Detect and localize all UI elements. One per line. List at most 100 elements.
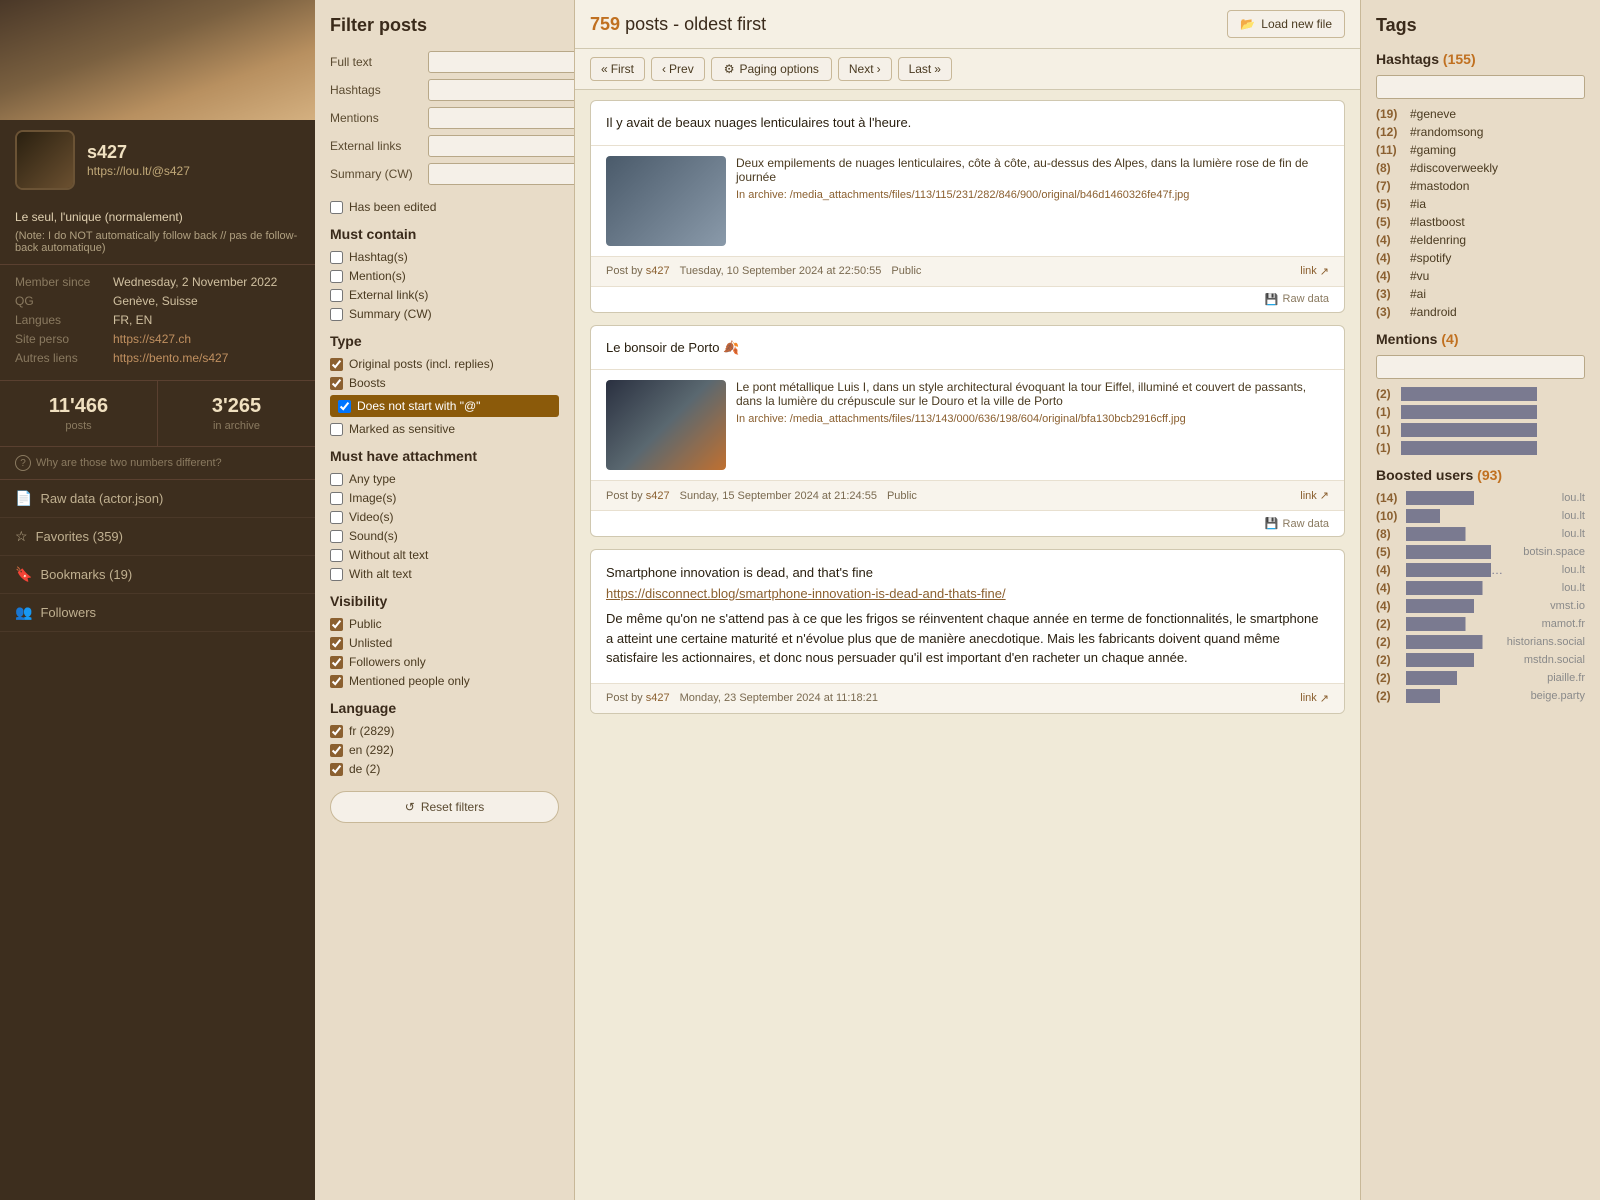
boosted-user-item[interactable]: (10)████lou.lt (1376, 509, 1585, 523)
mentions-label: Mentions (330, 111, 420, 125)
hashtag-item[interactable]: (4)#spotify (1376, 251, 1585, 265)
summary-input[interactable] (428, 163, 575, 185)
post-author-link-1[interactable]: s427 (646, 265, 670, 277)
prev-button[interactable]: ‹ Prev (651, 57, 705, 81)
raw-data-btn-1[interactable]: 💾 Raw data (1265, 293, 1329, 306)
boosted-user-item[interactable]: (2)████████mstdn.social (1376, 653, 1585, 667)
images-checkbox[interactable] (330, 492, 343, 505)
boosted-user-item[interactable]: (2)███████mamot.fr (1376, 617, 1585, 631)
why-different[interactable]: ? Why are those two numbers different? (0, 447, 315, 480)
boosted-user-item[interactable]: (2)████beige.party (1376, 689, 1585, 703)
without-alt-label: Without alt text (349, 548, 428, 562)
mentions-checkbox[interactable] (330, 270, 343, 283)
autres-liens-link[interactable]: https://bento.me/s427 (113, 351, 228, 365)
filter-external-links-row: External links (330, 135, 559, 157)
any-type-checkbox[interactable] (330, 473, 343, 486)
site-perso-link[interactable]: https://s427.ch (113, 332, 191, 346)
next-button[interactable]: Next › (838, 57, 892, 81)
external-links-cb-label: External link(s) (349, 288, 428, 302)
mention-item[interactable]: (1)████████████████ (1376, 405, 1585, 419)
nav-favorites[interactable]: ☆ Favorites (359) (0, 518, 315, 556)
marked-sensitive-checkbox[interactable] (330, 423, 343, 436)
mentions-search-input[interactable] (1376, 355, 1585, 379)
boosted-user-item[interactable]: (5)██████████botsin.space (1376, 545, 1585, 559)
mentions-input[interactable] (428, 107, 575, 129)
unlisted-checkbox[interactable] (330, 637, 343, 650)
boosted-user-item[interactable]: (4)████████vmst.io (1376, 599, 1585, 613)
without-alt-checkbox[interactable] (330, 549, 343, 562)
hashtag-item[interactable]: (12)#randomsong (1376, 125, 1585, 139)
external-links-checkbox[interactable] (330, 289, 343, 302)
boosted-user-item[interactable]: (2)█████████historians.social (1376, 635, 1585, 649)
visibility-title: Visibility (330, 593, 559, 609)
hashtag-item[interactable]: (7)#mastodon (1376, 179, 1585, 193)
with-alt-checkbox[interactable] (330, 568, 343, 581)
paging-options-button[interactable]: ⚙ Paging options (711, 57, 832, 81)
mentioned-only-checkbox[interactable] (330, 675, 343, 688)
first-button[interactable]: « First (590, 57, 645, 81)
video-checkbox[interactable] (330, 511, 343, 524)
unlisted-label: Unlisted (349, 636, 392, 650)
post-author-2: Post by s427 (606, 490, 670, 502)
hashtag-item[interactable]: (5)#ia (1376, 197, 1585, 211)
hashtags-label: Hashtags (330, 83, 420, 97)
has-been-edited-checkbox[interactable] (330, 201, 343, 214)
hashtag-item[interactable]: (5)#lastboost (1376, 215, 1585, 229)
public-row: Public (330, 617, 559, 631)
sound-checkbox[interactable] (330, 530, 343, 543)
nav-bookmarks[interactable]: 🔖 Bookmarks (19) (0, 556, 315, 594)
lang-fr-checkbox[interactable] (330, 725, 343, 738)
filter-text-fields: Full text Hashtags Mentions External lin… (330, 51, 559, 185)
lang-de-checkbox[interactable] (330, 763, 343, 776)
post-link-3[interactable]: link ↗ (1300, 692, 1329, 705)
hashtag-item[interactable]: (4)#eldenring (1376, 233, 1585, 247)
hashtag-item[interactable]: (19)#geneve (1376, 107, 1585, 121)
mention-item[interactable]: (1)████████████████ (1376, 423, 1585, 437)
full-text-label: Full text (330, 55, 420, 69)
mention-item[interactable]: (1)████████████████ (1376, 441, 1585, 455)
boosted-section-title: Boosted users (93) (1376, 467, 1585, 483)
boosted-user-item[interactable]: (14)████████lou.lt (1376, 491, 1585, 505)
boosted-user-item[interactable]: (4)████████████lou.lt (1376, 563, 1585, 577)
nav-raw-data[interactable]: 📄 Raw data (actor.json) (0, 480, 315, 518)
lang-en-checkbox[interactable] (330, 744, 343, 757)
post-link-1[interactable]: link ↗ (1300, 265, 1329, 278)
posts-panel: 759 posts - oldest first 📂 Load new file… (575, 0, 1360, 1200)
nav-followers[interactable]: 👥 Followers (0, 594, 315, 632)
boosts-checkbox[interactable] (330, 377, 343, 390)
post-body-2: Le pont métallique Luis I, dans un style… (591, 370, 1344, 481)
post-author-link-3[interactable]: s427 (646, 692, 670, 704)
hashtags-input[interactable] (428, 79, 575, 101)
full-text-input[interactable] (428, 51, 575, 73)
last-button[interactable]: Last » (898, 57, 952, 81)
public-checkbox[interactable] (330, 618, 343, 631)
followers-only-checkbox[interactable] (330, 656, 343, 669)
last-icon: » (934, 62, 941, 76)
mention-item[interactable]: (2)████████████████ (1376, 387, 1585, 401)
hashtags-search-input[interactable] (1376, 75, 1585, 99)
reset-filters-button[interactable]: ↺ Reset filters (330, 791, 559, 823)
boosted-user-item[interactable]: (8)███████lou.lt (1376, 527, 1585, 541)
external-links-input[interactable] (428, 135, 575, 157)
post-date-1: Tuesday, 10 September 2024 at 22:50:55 (680, 265, 882, 277)
boosted-user-item[interactable]: (2)██████piaille.fr (1376, 671, 1585, 685)
hashtags-checkbox[interactable] (330, 251, 343, 264)
summary-checkbox[interactable] (330, 308, 343, 321)
raw-data-btn-2[interactable]: 💾 Raw data (1265, 517, 1329, 530)
hashtag-item[interactable]: (8)#discoverweekly (1376, 161, 1585, 175)
next-icon: › (877, 62, 881, 76)
profile-link[interactable]: https://lou.lt/@s427 (87, 164, 190, 178)
hashtag-item[interactable]: (4)#vu (1376, 269, 1585, 283)
hashtag-item[interactable]: (3)#android (1376, 305, 1585, 319)
hashtag-item[interactable]: (11)#gaming (1376, 143, 1585, 157)
post-url-link-3[interactable]: https://disconnect.blog/smartphone-innov… (606, 586, 1006, 601)
boosted-user-item[interactable]: (4)█████████lou.lt (1376, 581, 1585, 595)
original-posts-checkbox[interactable] (330, 358, 343, 371)
hashtag-item[interactable]: (3)#ai (1376, 287, 1585, 301)
post-link-2[interactable]: link ↗ (1300, 489, 1329, 502)
does-not-start-checkbox[interactable] (338, 400, 351, 413)
load-new-file-button[interactable]: 📂 Load new file (1227, 10, 1345, 38)
does-not-start-row[interactable]: Does not start with "@" (330, 395, 559, 417)
post-author-link-2[interactable]: s427 (646, 490, 670, 502)
profile-avatar-area: s427 https://lou.lt/@s427 (0, 120, 315, 200)
